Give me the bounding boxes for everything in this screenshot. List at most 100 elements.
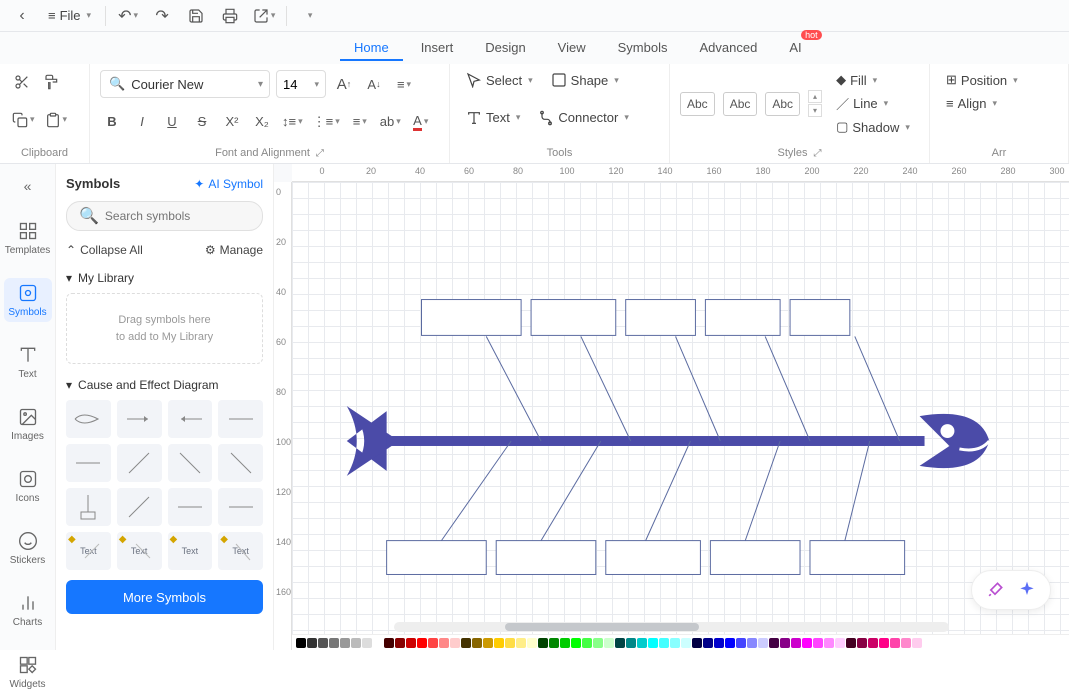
shape-text-3[interactable]: ◆Text	[168, 532, 213, 570]
color-swatch[interactable]	[417, 638, 427, 648]
color-swatch[interactable]	[582, 638, 592, 648]
color-swatch[interactable]	[901, 638, 911, 648]
style-preset-1[interactable]: Abc	[680, 92, 715, 116]
manage-button[interactable]: ⚙Manage	[205, 243, 263, 257]
color-swatch[interactable]	[890, 638, 900, 648]
copy-button[interactable]: ▾	[10, 108, 37, 132]
superscript-button[interactable]: X²	[220, 110, 244, 134]
symbol-search[interactable]: 🔍	[66, 201, 263, 231]
print-button[interactable]	[216, 2, 244, 30]
scrollbar-thumb[interactable]	[505, 623, 699, 631]
color-swatch[interactable]	[307, 638, 317, 648]
color-swatch[interactable]	[692, 638, 702, 648]
color-swatch[interactable]	[362, 638, 372, 648]
bullets-button[interactable]: ⋮≡▾	[311, 110, 342, 134]
cause-effect-section[interactable]: ▾Cause and Effect Diagram	[66, 378, 263, 392]
connector-tool[interactable]: Connector▾	[532, 108, 635, 128]
fishbone-diagram[interactable]	[292, 182, 1069, 650]
style-preset-2[interactable]: Abc	[723, 92, 758, 116]
color-swatch[interactable]	[505, 638, 515, 648]
color-swatch[interactable]	[725, 638, 735, 648]
color-swatch[interactable]	[384, 638, 394, 648]
shape-arrow-left[interactable]	[168, 400, 213, 438]
color-swatch[interactable]	[571, 638, 581, 648]
menu-insert[interactable]: Insert	[407, 36, 468, 61]
color-swatch[interactable]	[318, 638, 328, 648]
leftbar-symbols[interactable]: Symbols	[4, 278, 52, 322]
menu-symbols[interactable]: Symbols	[604, 36, 682, 61]
align-objects-button[interactable]: ≡ Align▾	[940, 94, 1058, 113]
color-swatch[interactable]	[736, 638, 746, 648]
redo-button[interactable]: ↷	[148, 2, 176, 30]
color-swatch[interactable]	[604, 638, 614, 648]
canvas[interactable]	[292, 182, 1069, 634]
color-swatch[interactable]	[791, 638, 801, 648]
ai-sparkle-button[interactable]	[1014, 577, 1040, 603]
color-swatch[interactable]	[912, 638, 922, 648]
color-swatch[interactable]	[769, 638, 779, 648]
italic-button[interactable]: I	[130, 110, 154, 134]
cut-button[interactable]	[10, 70, 34, 94]
file-menu[interactable]: ≡ File ▾	[42, 8, 97, 23]
leftbar-images[interactable]: Images	[4, 402, 52, 446]
more-symbols-button[interactable]: More Symbols	[66, 580, 263, 614]
color-swatch[interactable]	[472, 638, 482, 648]
line-spacing-button[interactable]: ↕≡▾	[280, 110, 305, 134]
symbol-search-input[interactable]	[105, 209, 260, 223]
color-swatch[interactable]	[450, 638, 460, 648]
color-swatch[interactable]	[406, 638, 416, 648]
color-swatch[interactable]	[659, 638, 669, 648]
shape-box-bone[interactable]	[66, 488, 111, 526]
decrease-font-button[interactable]: A↓	[362, 72, 386, 96]
shape-fishhead[interactable]	[66, 400, 111, 438]
color-swatch[interactable]	[648, 638, 658, 648]
color-swatch[interactable]	[703, 638, 713, 648]
color-swatch[interactable]	[516, 638, 526, 648]
color-swatch[interactable]	[758, 638, 768, 648]
style-gallery-spinner[interactable]: ▴▾	[808, 90, 822, 117]
shape-bone-se[interactable]	[218, 444, 263, 482]
increase-font-button[interactable]: A↑	[332, 72, 356, 96]
expand-icon[interactable]: ⤢	[316, 148, 324, 159]
shape-line-h[interactable]	[218, 400, 263, 438]
color-swatch[interactable]	[714, 638, 724, 648]
subscript-button[interactable]: X₂	[250, 110, 274, 134]
shape-line-h4[interactable]	[218, 488, 263, 526]
leftbar-widgets[interactable]: Widgets	[4, 650, 52, 694]
text-tool[interactable]: Text▾	[460, 108, 526, 128]
color-swatch[interactable]	[549, 638, 559, 648]
color-swatch[interactable]	[593, 638, 603, 648]
menu-home[interactable]: Home	[340, 36, 403, 61]
color-swatch[interactable]	[780, 638, 790, 648]
ai-symbol-button[interactable]: ✦AI Symbol	[194, 177, 263, 191]
color-swatch[interactable]	[835, 638, 845, 648]
color-swatch[interactable]	[681, 638, 691, 648]
shape-text-1[interactable]: ◆Text	[66, 532, 111, 570]
shape-line-h3[interactable]	[168, 488, 213, 526]
change-case-button[interactable]: ab▾	[378, 110, 403, 134]
shape-text-4[interactable]: ◆Text	[218, 532, 263, 570]
style-preset-3[interactable]: Abc	[765, 92, 800, 116]
ai-wand-button[interactable]	[982, 577, 1008, 603]
format-painter-button[interactable]	[40, 70, 64, 94]
color-swatch[interactable]	[395, 638, 405, 648]
line-button[interactable]: ／ Line▾	[830, 92, 916, 115]
strike-button[interactable]: S	[190, 110, 214, 134]
align-button[interactable]: ≡▾	[392, 72, 416, 96]
shape-bone-sw[interactable]	[117, 488, 162, 526]
select-tool[interactable]: Select▾	[460, 70, 539, 90]
font-family-select[interactable]: 🔍 Courier New ▾	[100, 70, 270, 98]
expand-icon[interactable]: ⤢	[813, 148, 821, 159]
my-library-dropzone[interactable]: Drag symbols here to add to My Library	[66, 293, 263, 364]
export-button[interactable]: ▾	[250, 2, 278, 30]
color-swatch[interactable]	[747, 638, 757, 648]
leftbar-text[interactable]: Text	[4, 340, 52, 384]
menu-design[interactable]: Design	[471, 36, 539, 61]
color-swatch[interactable]	[527, 638, 537, 648]
save-button[interactable]	[182, 2, 210, 30]
shape-text-2[interactable]: ◆Text	[117, 532, 162, 570]
color-swatch[interactable]	[483, 638, 493, 648]
color-swatch[interactable]	[868, 638, 878, 648]
color-swatch[interactable]	[670, 638, 680, 648]
font-color-button[interactable]: A▾	[409, 110, 433, 134]
